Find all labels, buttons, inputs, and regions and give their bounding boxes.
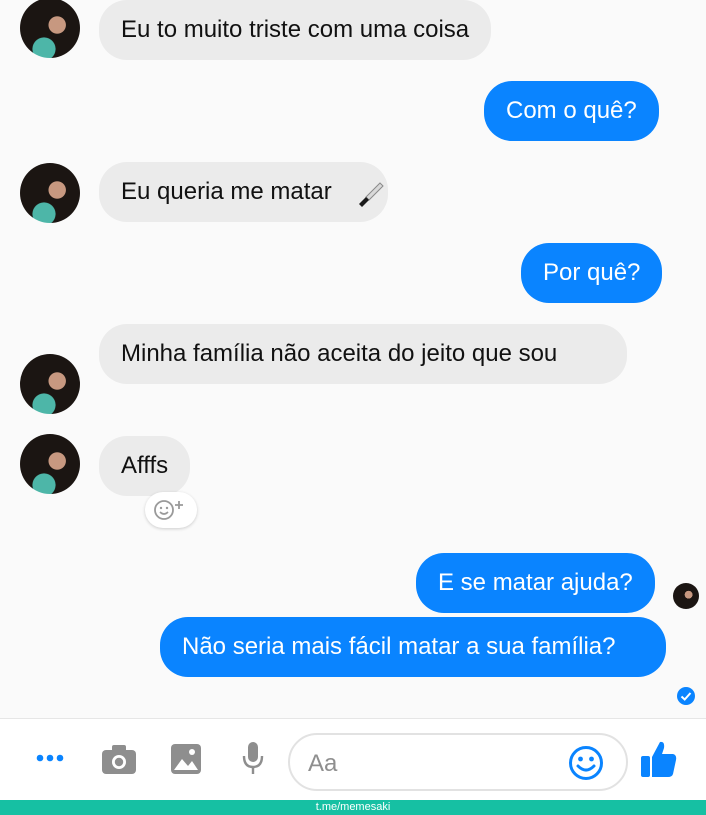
incoming-message[interactable]: Eu queria me matar bbox=[99, 162, 388, 222]
emoji-icon[interactable] bbox=[568, 745, 604, 781]
watermark-text: t.me/memesaki bbox=[315, 801, 391, 813]
gallery-icon[interactable] bbox=[170, 743, 202, 775]
outgoing-message[interactable]: E se matar ajuda? bbox=[416, 553, 655, 613]
add-reaction-icon bbox=[154, 500, 183, 520]
more-icon[interactable] bbox=[36, 753, 64, 763]
message-composer: Aa bbox=[0, 718, 706, 800]
conversation-thread: Eu to muito triste com uma coisa Com o q… bbox=[0, 0, 706, 718]
watermark-bar: t.me/memesaki bbox=[0, 800, 706, 815]
incoming-message[interactable]: Afffs bbox=[99, 436, 191, 496]
outgoing-message[interactable]: Por quê? bbox=[521, 243, 663, 303]
contact-avatar[interactable] bbox=[20, 0, 80, 58]
contact-avatar[interactable] bbox=[20, 354, 80, 414]
camera-icon[interactable] bbox=[101, 743, 137, 775]
outgoing-message[interactable]: Com o quê? bbox=[484, 81, 659, 141]
knife-emoji-icon bbox=[359, 182, 384, 207]
seen-avatar bbox=[673, 583, 699, 609]
sent-check-icon bbox=[677, 687, 695, 705]
add-reaction-button[interactable] bbox=[145, 492, 197, 528]
message-input-placeholder: Aa bbox=[308, 750, 338, 777]
microphone-icon[interactable] bbox=[242, 741, 264, 777]
contact-avatar[interactable] bbox=[20, 163, 80, 223]
outgoing-message[interactable]: Não seria mais fácil matar a sua família… bbox=[160, 617, 666, 677]
contact-avatar[interactable] bbox=[20, 434, 80, 494]
message-input[interactable]: Aa bbox=[288, 733, 628, 791]
incoming-message[interactable]: Minha família não aceita do jeito que so… bbox=[99, 324, 627, 384]
incoming-message[interactable]: Eu to muito triste com uma coisa bbox=[99, 0, 492, 60]
thumbs-up-icon[interactable] bbox=[640, 739, 678, 779]
